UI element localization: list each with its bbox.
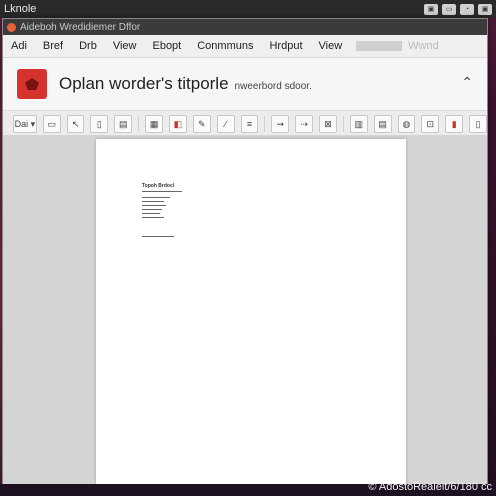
- comment-icon[interactable]: ⇢: [295, 115, 314, 133]
- menu-bar: Adi Bref Drb View Ebopt Conmmuns Hrdput …: [3, 35, 487, 58]
- text-line: [142, 191, 182, 192]
- window-titlebar[interactable]: Aideboh Wredidiemer Dffor: [3, 19, 487, 35]
- menu-item-conmmuns[interactable]: Conmmuns: [191, 40, 263, 52]
- toolbar-divider: [264, 116, 266, 132]
- document-header: Oplan worder's titporle nweerbord sdoor.…: [3, 58, 487, 111]
- text-line: [142, 213, 160, 214]
- zoom-dropdown[interactable]: Dai ▾: [13, 115, 37, 133]
- layout-icon[interactable]: ▤: [373, 115, 392, 133]
- menu-item-view-2[interactable]: View: [313, 40, 353, 52]
- signature-icon[interactable]: ⇝: [271, 115, 290, 133]
- toolbar-divider: [138, 116, 140, 132]
- top-panel: Lknole ▣ ▭ ◔ ▣: [0, 0, 496, 18]
- toolbar: Dai ▾ ▭ ↖ ▯ ▤ ▦ ◧ ✎ ∕ ≡ ⇝ ⇢ ⊠ ▥ ▤ ◍ ⊡ ▮ …: [3, 111, 487, 138]
- image-icon[interactable]: ▦: [145, 115, 163, 133]
- app-window: Aideboh Wredidiemer Dffor Adi Bref Drb V…: [2, 18, 488, 486]
- print-icon[interactable]: ◧: [169, 115, 187, 133]
- text-line: [142, 205, 166, 206]
- tray-icon-1[interactable]: ▣: [424, 3, 438, 15]
- top-panel-label: Lknole: [4, 3, 37, 15]
- save-icon[interactable]: ▤: [114, 115, 133, 133]
- text-line: [142, 197, 170, 198]
- move-icon[interactable]: ≡: [240, 115, 259, 133]
- menu-item-bref[interactable]: Bref: [37, 40, 73, 52]
- link-icon[interactable]: ⊡: [421, 115, 440, 133]
- document-workspace[interactable]: Topoh Brdocl: [3, 135, 487, 485]
- tray-icon-4[interactable]: ▣: [478, 3, 492, 15]
- watermark-text: © AdostoRealeit/6/180 cc: [368, 481, 492, 493]
- page-heading: Topoh Brdocl: [142, 183, 175, 189]
- text-line: [142, 209, 162, 210]
- select-icon[interactable]: ↖: [66, 115, 85, 133]
- bookmark-icon[interactable]: ▯: [90, 115, 109, 133]
- tray-icon-2[interactable]: ▭: [442, 3, 456, 15]
- edit-icon[interactable]: ✎: [192, 115, 211, 133]
- document-subtitle: nweerbord sdoor.: [234, 80, 312, 92]
- system-tray: ▣ ▭ ◔ ▣: [424, 3, 496, 15]
- fit-icon[interactable]: ▥: [349, 115, 368, 133]
- document-title: Oplan worder's titporle: [59, 74, 229, 93]
- page-icon[interactable]: ▭: [42, 115, 61, 133]
- highlight-icon[interactable]: ∕: [216, 115, 235, 133]
- menu-item-adi[interactable]: Adi: [5, 40, 37, 52]
- pdf-page[interactable]: Topoh Brdocl: [96, 139, 406, 485]
- mark-icon[interactable]: ⊠: [319, 115, 337, 133]
- share-icon[interactable]: ▮: [445, 115, 464, 133]
- collapse-icon[interactable]: ⌃: [461, 74, 473, 91]
- text-line: [142, 201, 164, 202]
- tray-icon-3[interactable]: ◔: [460, 3, 474, 15]
- stamp-icon[interactable]: ◍: [397, 115, 416, 133]
- toolbar-divider: [342, 116, 344, 132]
- window-title: Aideboh Wredidiemer Dffor: [20, 21, 141, 33]
- menu-item-view[interactable]: View: [107, 40, 147, 52]
- menu-item-drb[interactable]: Drb: [73, 40, 107, 52]
- menu-item-wwnd[interactable]: Wwnd: [402, 40, 449, 52]
- menu-search-box[interactable]: [356, 41, 403, 51]
- menu-item-hrdput[interactable]: Hrdput: [263, 40, 312, 52]
- close-icon[interactable]: [7, 22, 16, 32]
- acrobat-logo-icon: [17, 69, 47, 99]
- text-line: [142, 217, 164, 218]
- text-line: [142, 236, 174, 237]
- attach-icon[interactable]: ▯: [469, 115, 487, 133]
- menu-item-ebopt[interactable]: Ebopt: [146, 40, 191, 52]
